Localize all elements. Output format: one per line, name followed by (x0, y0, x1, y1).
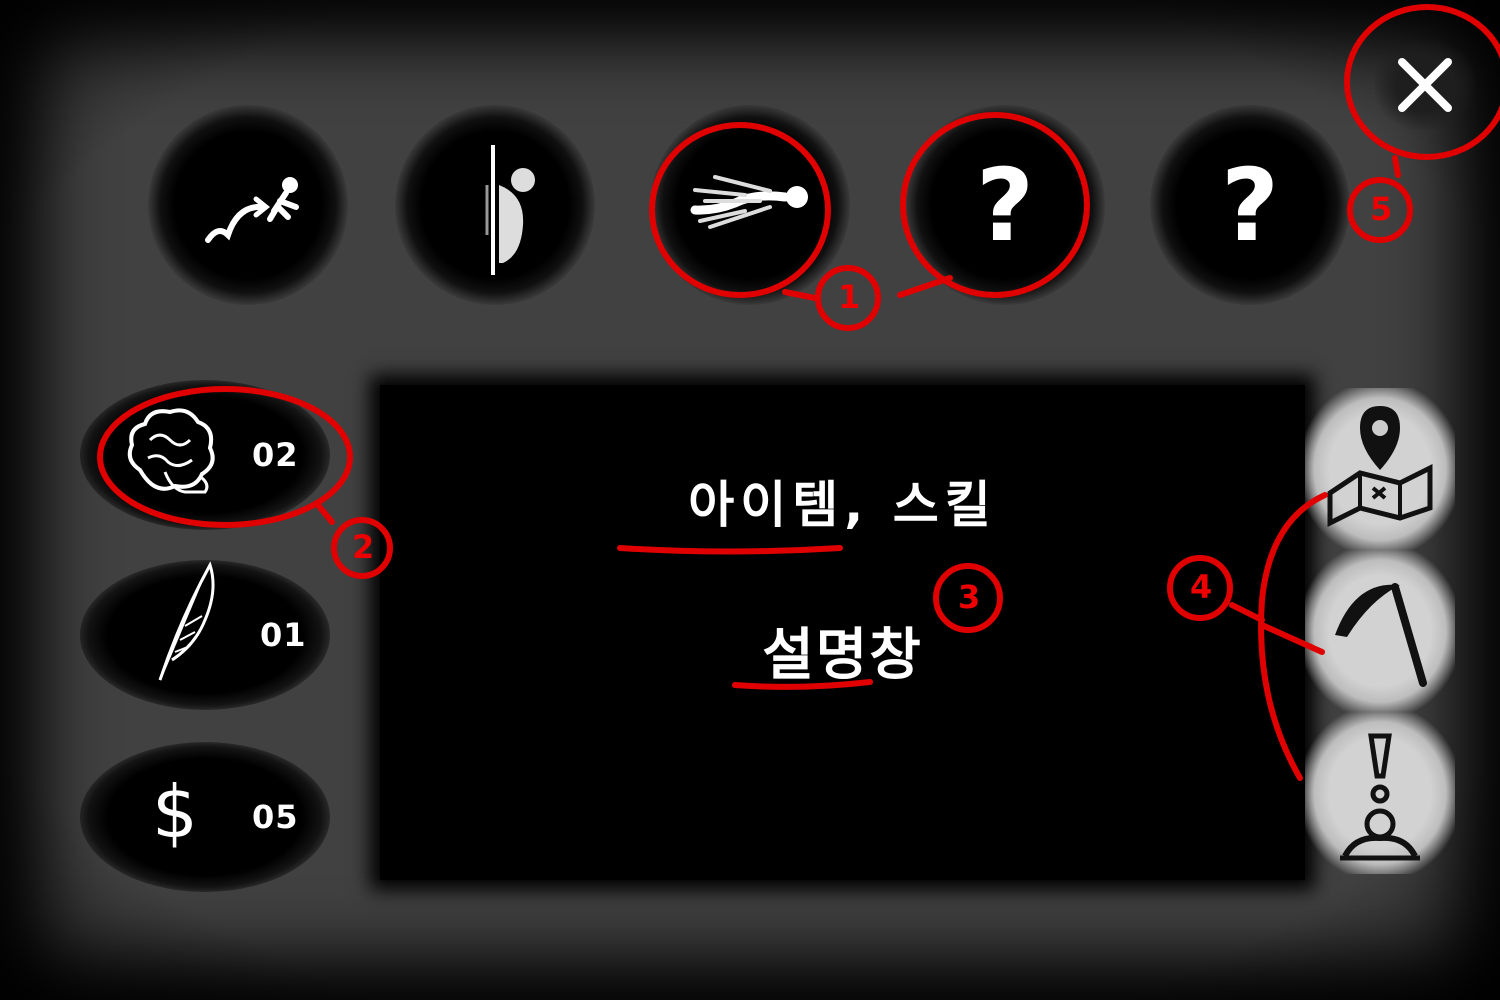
annotation-label-4: 4 (1190, 568, 1213, 606)
skill-slot-3[interactable] (650, 105, 850, 305)
annotation-label-5: 5 (1370, 190, 1393, 228)
skill-slot-5[interactable]: ? (1150, 105, 1350, 305)
close-button[interactable] (1375, 40, 1475, 130)
close-icon (1398, 58, 1452, 112)
tool-slot-map[interactable] (1305, 388, 1455, 550)
tool-slot-scythe[interactable] (1305, 550, 1455, 712)
brain-icon (127, 408, 215, 494)
description-subtitle: 설명창 (762, 623, 923, 688)
leap-figure-icon (205, 177, 299, 243)
description-window: 아이템, 스킬 설명창 (380, 385, 1305, 880)
question-mark-icon: ? (975, 146, 1034, 264)
item-slot-brain[interactable]: 02 (80, 380, 330, 530)
annotation-label-2: 2 (352, 528, 375, 566)
feather-icon (158, 561, 215, 681)
map-pin-icon (1327, 406, 1433, 528)
alert-figure-icon (1340, 733, 1420, 861)
inventory-panel: ? ? 02 01 $ 05 아이템, 스킬 설명창 (0, 0, 1500, 1000)
item-slot-feather[interactable]: 01 (80, 560, 330, 710)
item-count: 02 (252, 436, 299, 474)
item-count: 05 (252, 798, 299, 836)
skill-slot-1[interactable] (148, 105, 348, 305)
item-count: 01 (260, 616, 307, 654)
description-title: 아이템, 스킬 (688, 476, 997, 534)
dollar-icon: $ (152, 770, 198, 854)
wall-hide-figure-icon (485, 145, 535, 275)
item-slot-money[interactable]: $ 05 (80, 742, 330, 892)
tool-slot-alert[interactable] (1305, 712, 1455, 874)
scythe-icon (1335, 583, 1427, 687)
question-mark-icon: ? (1220, 146, 1279, 264)
skill-slot-2[interactable] (395, 105, 595, 305)
skill-slot-4[interactable]: ? (905, 105, 1105, 305)
annotation-label-1: 1 (838, 278, 861, 316)
dash-figure-icon (690, 175, 808, 229)
annotation-label-3: 3 (958, 578, 981, 616)
